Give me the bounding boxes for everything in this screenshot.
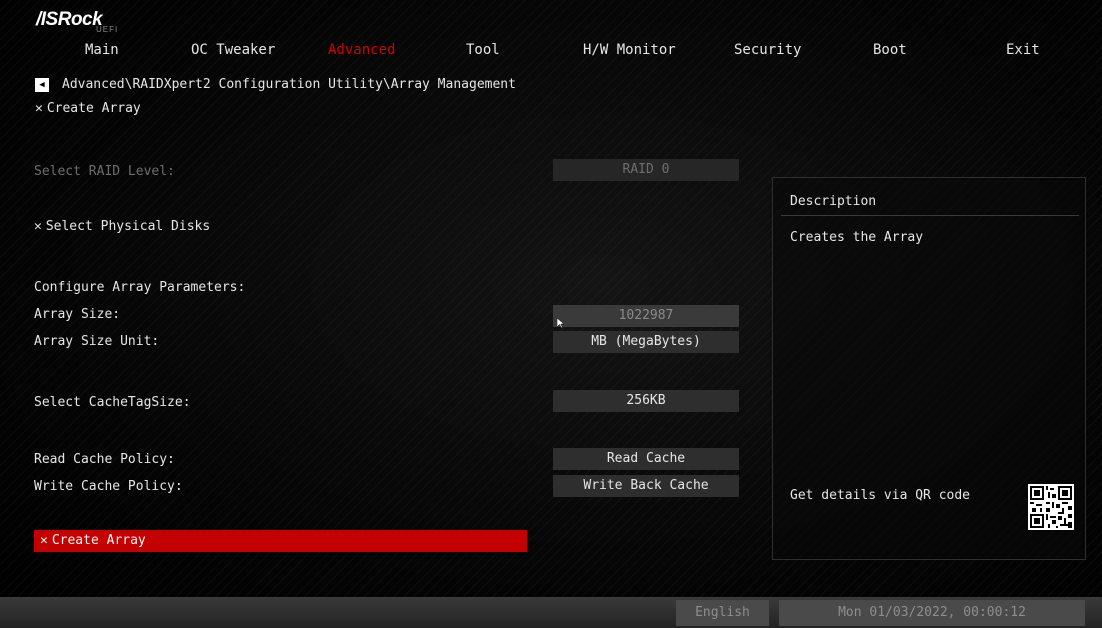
tab-boot[interactable]: Boot: [873, 42, 907, 58]
write-cache-policy-select[interactable]: Write Back Cache: [553, 475, 739, 497]
array-size-unit-select[interactable]: MB (MegaBytes): [553, 331, 739, 353]
create-array-button[interactable]: ✕ Create Array: [34, 530, 527, 552]
tab-security[interactable]: Security: [734, 42, 801, 58]
create-array-label: Create Array: [51, 533, 146, 548]
tools-icon: ✕: [34, 219, 42, 234]
description-divider: [781, 215, 1079, 216]
page-title: ✕ Create Array: [35, 101, 141, 116]
read-cache-policy-select[interactable]: Read Cache: [553, 448, 739, 470]
cache-tag-size-label: Select CacheTagSize:: [34, 395, 191, 410]
tab-hw-monitor[interactable]: H/W Monitor: [583, 42, 676, 58]
array-size-input[interactable]: 1022987: [553, 305, 739, 327]
tab-exit[interactable]: Exit: [1006, 42, 1040, 58]
tab-advanced[interactable]: Advanced: [328, 42, 395, 58]
tab-oc-tweaker[interactable]: OC Tweaker: [191, 42, 275, 58]
date-time-display: Mon 01/03/2022, 00:00:12: [779, 600, 1085, 626]
breadcrumb: Advanced\RAIDXpert2 Configuration Utilit…: [62, 77, 516, 92]
tools-icon: ✕: [40, 533, 48, 548]
select-physical-disks-label: Select Physical Disks: [45, 219, 211, 234]
select-physical-disks-item[interactable]: ✕ Select Physical Disks: [34, 219, 210, 234]
raid-level-select[interactable]: RAID 0: [553, 159, 739, 181]
back-arrow-icon[interactable]: ◀: [35, 78, 49, 92]
page-title-label: Create Array: [46, 101, 141, 116]
cache-tag-size-select[interactable]: 256KB: [553, 390, 739, 412]
configure-params-heading: Configure Array Parameters:: [34, 280, 246, 295]
language-selector[interactable]: English: [676, 600, 769, 626]
description-text: Creates the Array: [790, 230, 924, 245]
tab-main[interactable]: Main: [85, 42, 119, 58]
asrock-logo: /ISRock: [36, 9, 103, 30]
uefi-label: UEFI: [96, 25, 119, 34]
qr-code-label: Get details via QR code: [790, 488, 971, 503]
array-size-unit-label: Array Size Unit:: [34, 334, 160, 349]
tools-icon: ✕: [35, 101, 43, 116]
tab-tool[interactable]: Tool: [466, 42, 500, 58]
description-title: Description: [790, 194, 877, 209]
description-panel: Description Creates the Array Get detail…: [772, 177, 1086, 560]
raid-level-label: Select RAID Level:: [34, 164, 175, 179]
mouse-pointer-icon: [557, 318, 565, 328]
array-size-label: Array Size:: [34, 307, 121, 322]
write-cache-policy-label: Write Cache Policy:: [34, 479, 183, 494]
bios-screen: /ISRock UEFI Main OC Tweaker Advanced To…: [0, 0, 1102, 628]
qr-code-icon[interactable]: [1028, 484, 1074, 530]
read-cache-policy-label: Read Cache Policy:: [34, 452, 175, 467]
